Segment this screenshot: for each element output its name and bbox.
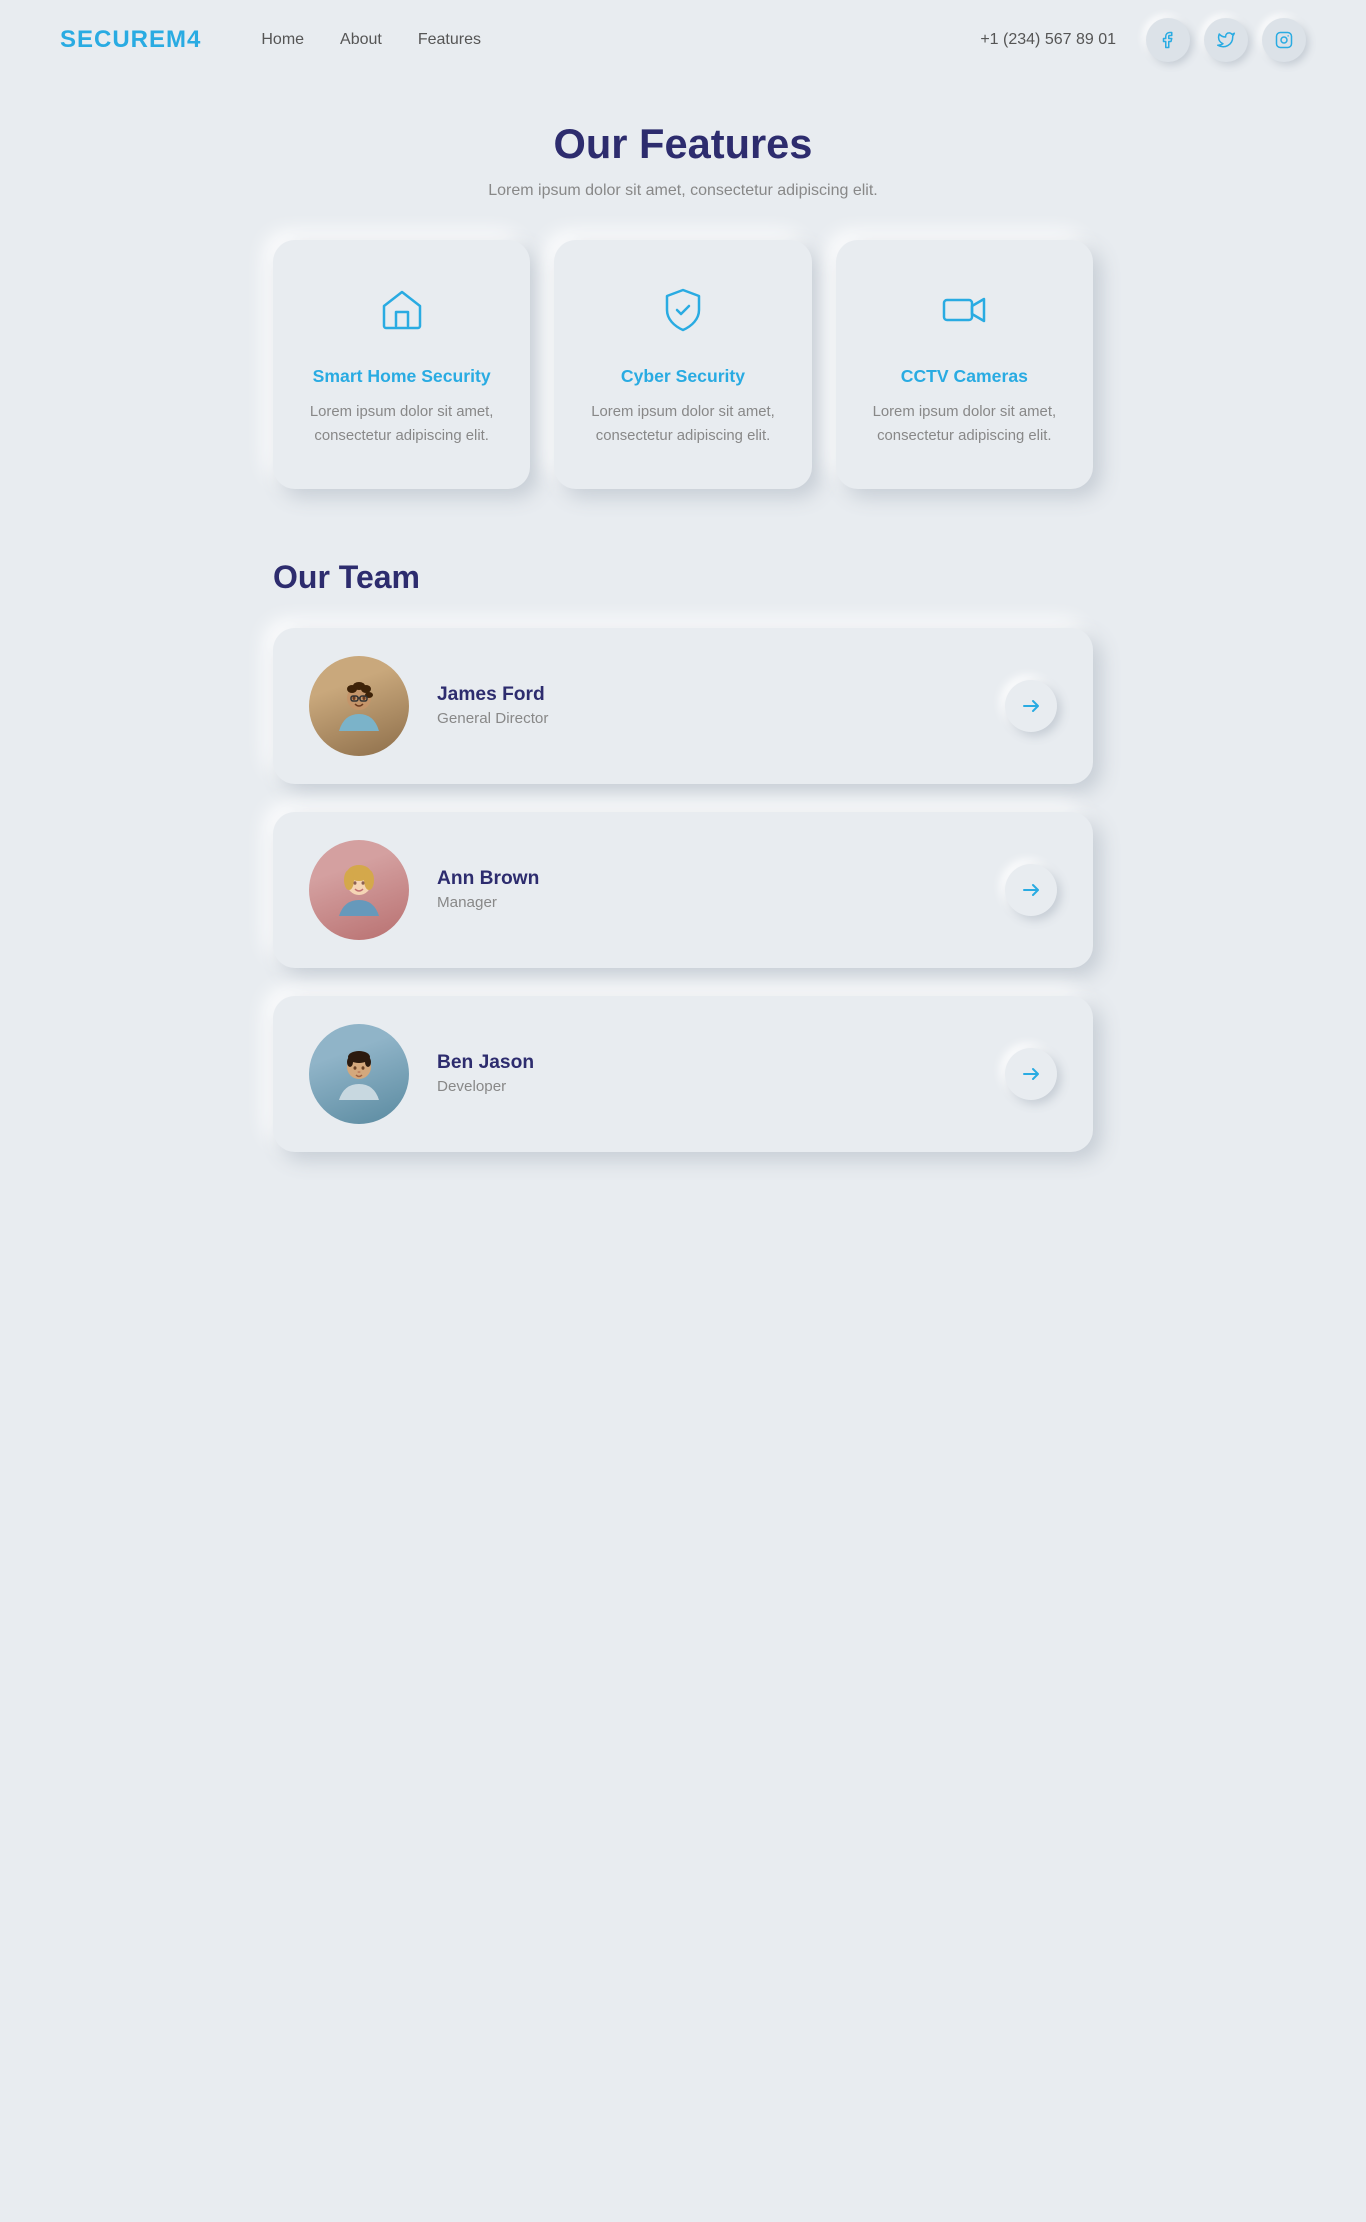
shield-icon [582, 284, 783, 346]
facebook-icon [1159, 31, 1177, 49]
feature-title-smart-home: Smart Home Security [301, 366, 502, 387]
arrow-right-icon [1020, 695, 1042, 717]
feature-card-smart-home: Smart Home Security Lorem ipsum dolor si… [273, 240, 530, 489]
team-role-ann: Manager [437, 894, 977, 911]
team-title: Our Team [273, 559, 1093, 596]
feature-card-cctv: CCTV Cameras Lorem ipsum dolor sit amet,… [836, 240, 1093, 489]
nav-link-features[interactable]: Features [418, 31, 481, 49]
feature-desc-smart-home: Lorem ipsum dolor sit amet, consectetur … [301, 401, 502, 449]
avatar-ben [309, 1024, 409, 1124]
features-subtitle: Lorem ipsum dolor sit amet, consectetur … [273, 182, 1093, 200]
nav-socials [1146, 18, 1306, 62]
nav-phone: +1 (234) 567 89 01 [980, 31, 1116, 49]
avatar-ann [309, 840, 409, 940]
nav-link-about[interactable]: About [340, 31, 382, 49]
nav-link-home[interactable]: Home [261, 31, 304, 49]
twitter-icon [1217, 31, 1235, 49]
navbar: SECUREM4 Home About Features +1 (234) 56… [0, 0, 1366, 80]
features-section: Our Features Lorem ipsum dolor sit amet,… [273, 120, 1093, 489]
arrow-right-icon [1020, 879, 1042, 901]
team-info-ann: Ann Brown Manager [437, 868, 977, 911]
team-info-ben: Ben Jason Developer [437, 1052, 977, 1095]
team-card-ann: Ann Brown Manager [273, 812, 1093, 968]
team-info-james: James Ford General Director [437, 684, 977, 727]
nav-links: Home About Features [261, 31, 970, 49]
team-name-ann: Ann Brown [437, 868, 977, 890]
instagram-button[interactable] [1262, 18, 1306, 62]
team-arrow-james[interactable] [1005, 680, 1057, 732]
feature-title-cyber: Cyber Security [582, 366, 783, 387]
team-role-james: General Director [437, 710, 977, 727]
facebook-button[interactable] [1146, 18, 1190, 62]
feature-title-cctv: CCTV Cameras [864, 366, 1065, 387]
feature-card-cyber: Cyber Security Lorem ipsum dolor sit ame… [554, 240, 811, 489]
avatar-james [309, 656, 409, 756]
instagram-icon [1275, 31, 1293, 49]
team-name-ben: Ben Jason [437, 1052, 977, 1074]
features-grid: Smart Home Security Lorem ipsum dolor si… [273, 240, 1093, 489]
site-logo[interactable]: SECUREM4 [60, 26, 201, 54]
team-section: Our Team [273, 559, 1093, 1152]
main-content: Our Features Lorem ipsum dolor sit amet,… [253, 80, 1113, 1232]
team-card-james: James Ford General Director [273, 628, 1093, 784]
team-cards: James Ford General Director [273, 628, 1093, 1152]
team-role-ben: Developer [437, 1078, 977, 1095]
features-title: Our Features [273, 120, 1093, 168]
team-arrow-ann[interactable] [1005, 864, 1057, 916]
camera-icon [864, 284, 1065, 346]
team-arrow-ben[interactable] [1005, 1048, 1057, 1100]
feature-desc-cctv: Lorem ipsum dolor sit amet, consectetur … [864, 401, 1065, 449]
arrow-right-icon [1020, 1063, 1042, 1085]
team-name-james: James Ford [437, 684, 977, 706]
home-icon [301, 284, 502, 346]
twitter-button[interactable] [1204, 18, 1248, 62]
team-card-ben: Ben Jason Developer [273, 996, 1093, 1152]
feature-desc-cyber: Lorem ipsum dolor sit amet, consectetur … [582, 401, 783, 449]
